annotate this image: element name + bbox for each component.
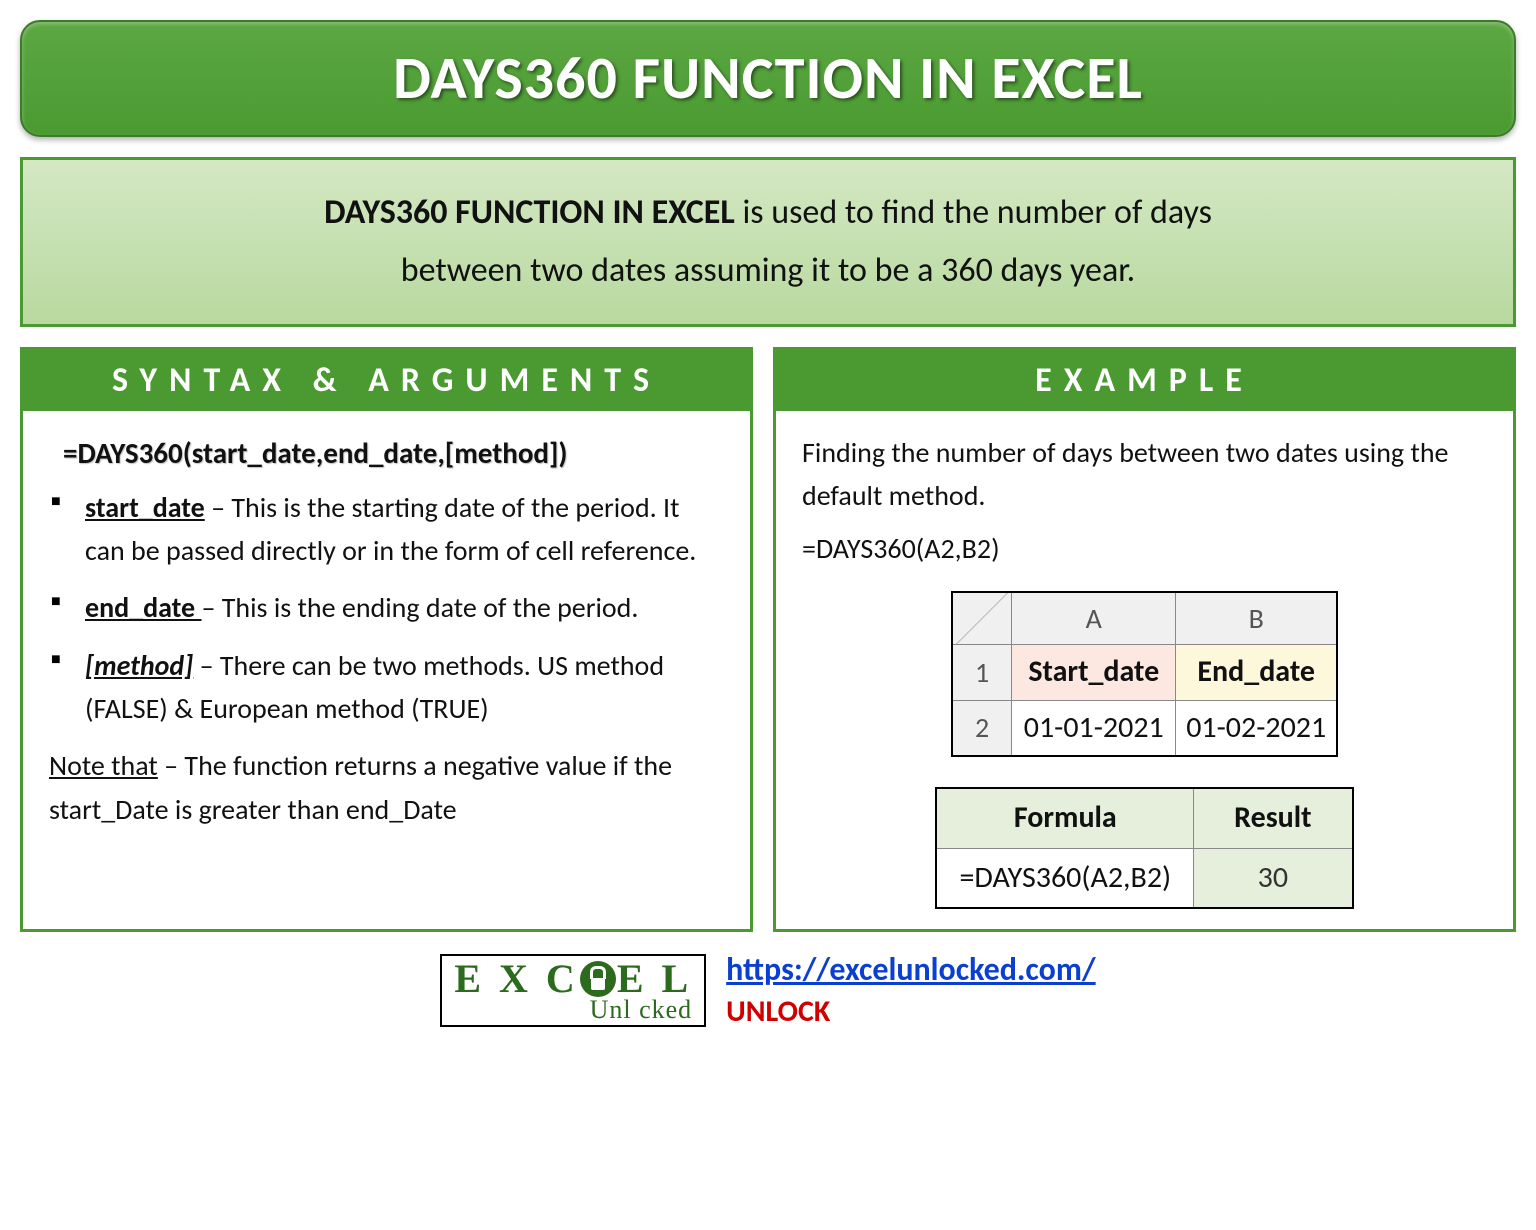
title-bar: DAYS360 FUNCTION IN EXCEL xyxy=(20,20,1516,137)
col-header-b: B xyxy=(1176,592,1338,645)
row-header-2: 2 xyxy=(952,700,1012,756)
result-value-cell: 30 xyxy=(1194,848,1353,908)
footer-url[interactable]: https://excelunlocked.com/ xyxy=(726,950,1095,989)
argument-list: start_date – This is the starting date o… xyxy=(49,486,724,731)
arg-name-method: [method] xyxy=(85,648,193,683)
arg-desc-end-date: – This is the ending date of the period. xyxy=(201,590,638,625)
table-corner xyxy=(952,592,1012,645)
col-header-a: A xyxy=(1012,592,1176,645)
arg-method: [method] – There can be two methods. US … xyxy=(49,644,724,731)
logo-text-1: E X C xyxy=(454,960,578,998)
example-formula-text: =DAYS360(A2,B2) xyxy=(802,527,1487,570)
cell-a2: 01-01-2021 xyxy=(1012,700,1176,756)
lock-icon xyxy=(580,961,616,997)
description-box: DAYS360 FUNCTION IN EXCEL is used to fin… xyxy=(20,157,1516,327)
arg-name-end-date: end_date xyxy=(85,590,201,625)
logo: E X C E L Unl cked xyxy=(440,954,706,1027)
syntax-panel: SYNTAX & ARGUMENTS =DAYS360(start_date,e… xyxy=(20,347,753,933)
syntax-formula: =DAYS360(start_date,end_date,[method]) xyxy=(63,431,724,476)
result-formula-cell: =DAYS360(A2,B2) xyxy=(936,848,1193,908)
arg-end-date: end_date – This is the ending date of th… xyxy=(49,586,724,629)
example-heading: EXAMPLE xyxy=(776,350,1513,411)
note-label: Note that xyxy=(49,748,158,783)
page-title: DAYS360 FUNCTION IN EXCEL xyxy=(52,42,1484,115)
result-header-result: Result xyxy=(1194,788,1353,848)
logo-text-2: E L xyxy=(617,960,692,998)
logo-bottom-row: Unl cked xyxy=(454,998,692,1023)
arg-name-start-date: start_date xyxy=(85,490,205,525)
logo-top-row: E X C E L xyxy=(454,960,692,998)
description-text-2: between two dates assuming it to be a 36… xyxy=(401,250,1136,291)
example-data-table: A B 1 Start_date End_date 2 01-01-2021 0… xyxy=(951,591,1338,757)
example-intro: Finding the number of days between two d… xyxy=(802,431,1487,518)
syntax-note: Note that – The function returns a negat… xyxy=(49,744,724,831)
example-body: Finding the number of days between two d… xyxy=(776,411,1513,930)
syntax-body: =DAYS360(start_date,end_date,[method]) s… xyxy=(23,411,750,852)
arg-start-date: start_date – This is the starting date o… xyxy=(49,486,724,573)
description-text-1: is used to find the number of days xyxy=(735,192,1212,233)
footer: E X C E L Unl cked https://excelunlocked… xyxy=(20,950,1516,1030)
example-result-table: Formula Result =DAYS360(A2,B2) 30 xyxy=(935,787,1353,909)
example-panel: EXAMPLE Finding the number of days betwe… xyxy=(773,347,1516,933)
columns: SYNTAX & ARGUMENTS =DAYS360(start_date,e… xyxy=(20,347,1516,933)
footer-links: https://excelunlocked.com/ UNLOCK xyxy=(726,950,1095,1030)
footer-unlock: UNLOCK xyxy=(726,993,1095,1030)
syntax-heading: SYNTAX & ARGUMENTS xyxy=(23,350,750,411)
row-header-1: 1 xyxy=(952,645,1012,701)
description-bold: DAYS360 FUNCTION IN EXCEL xyxy=(324,192,735,233)
cell-b2: 01-02-2021 xyxy=(1176,700,1338,756)
cell-b1: End_date xyxy=(1176,645,1338,701)
cell-a1: Start_date xyxy=(1012,645,1176,701)
result-header-formula: Formula xyxy=(936,788,1193,848)
